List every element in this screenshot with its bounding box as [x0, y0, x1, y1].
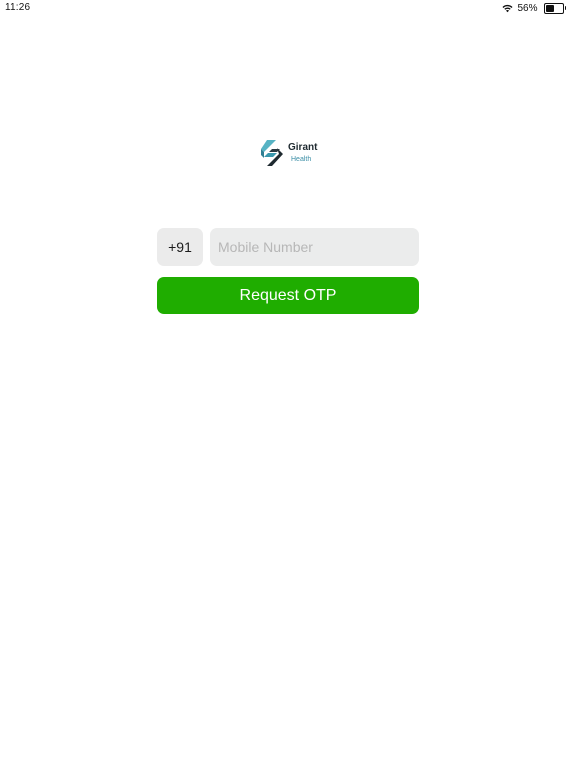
wifi-icon — [502, 4, 513, 12]
girant-logo-icon — [261, 140, 283, 166]
mobile-number-input[interactable] — [210, 228, 419, 266]
logo-subtitle: Health — [291, 156, 312, 163]
status-time: 11:26 — [5, 2, 31, 13]
login-screen: 11:26 56% Girant Health +91 Mobile Numbe… — [0, 0, 576, 768]
battery-percentage: 56% — [517, 2, 538, 14]
logo-text: Girant Health — [288, 142, 318, 164]
status-bar: 11:26 56% — [0, 0, 576, 16]
app-logo: Girant Health — [259, 139, 317, 167]
battery-level-fill — [545, 4, 555, 12]
country-code-selector[interactable]: +91 — [157, 228, 203, 266]
logo-name: Girant — [288, 142, 318, 153]
battery-icon — [543, 2, 566, 14]
request-otp-button[interactable]: Request OTP — [157, 277, 419, 314]
status-indicators: 56% — [502, 2, 566, 14]
